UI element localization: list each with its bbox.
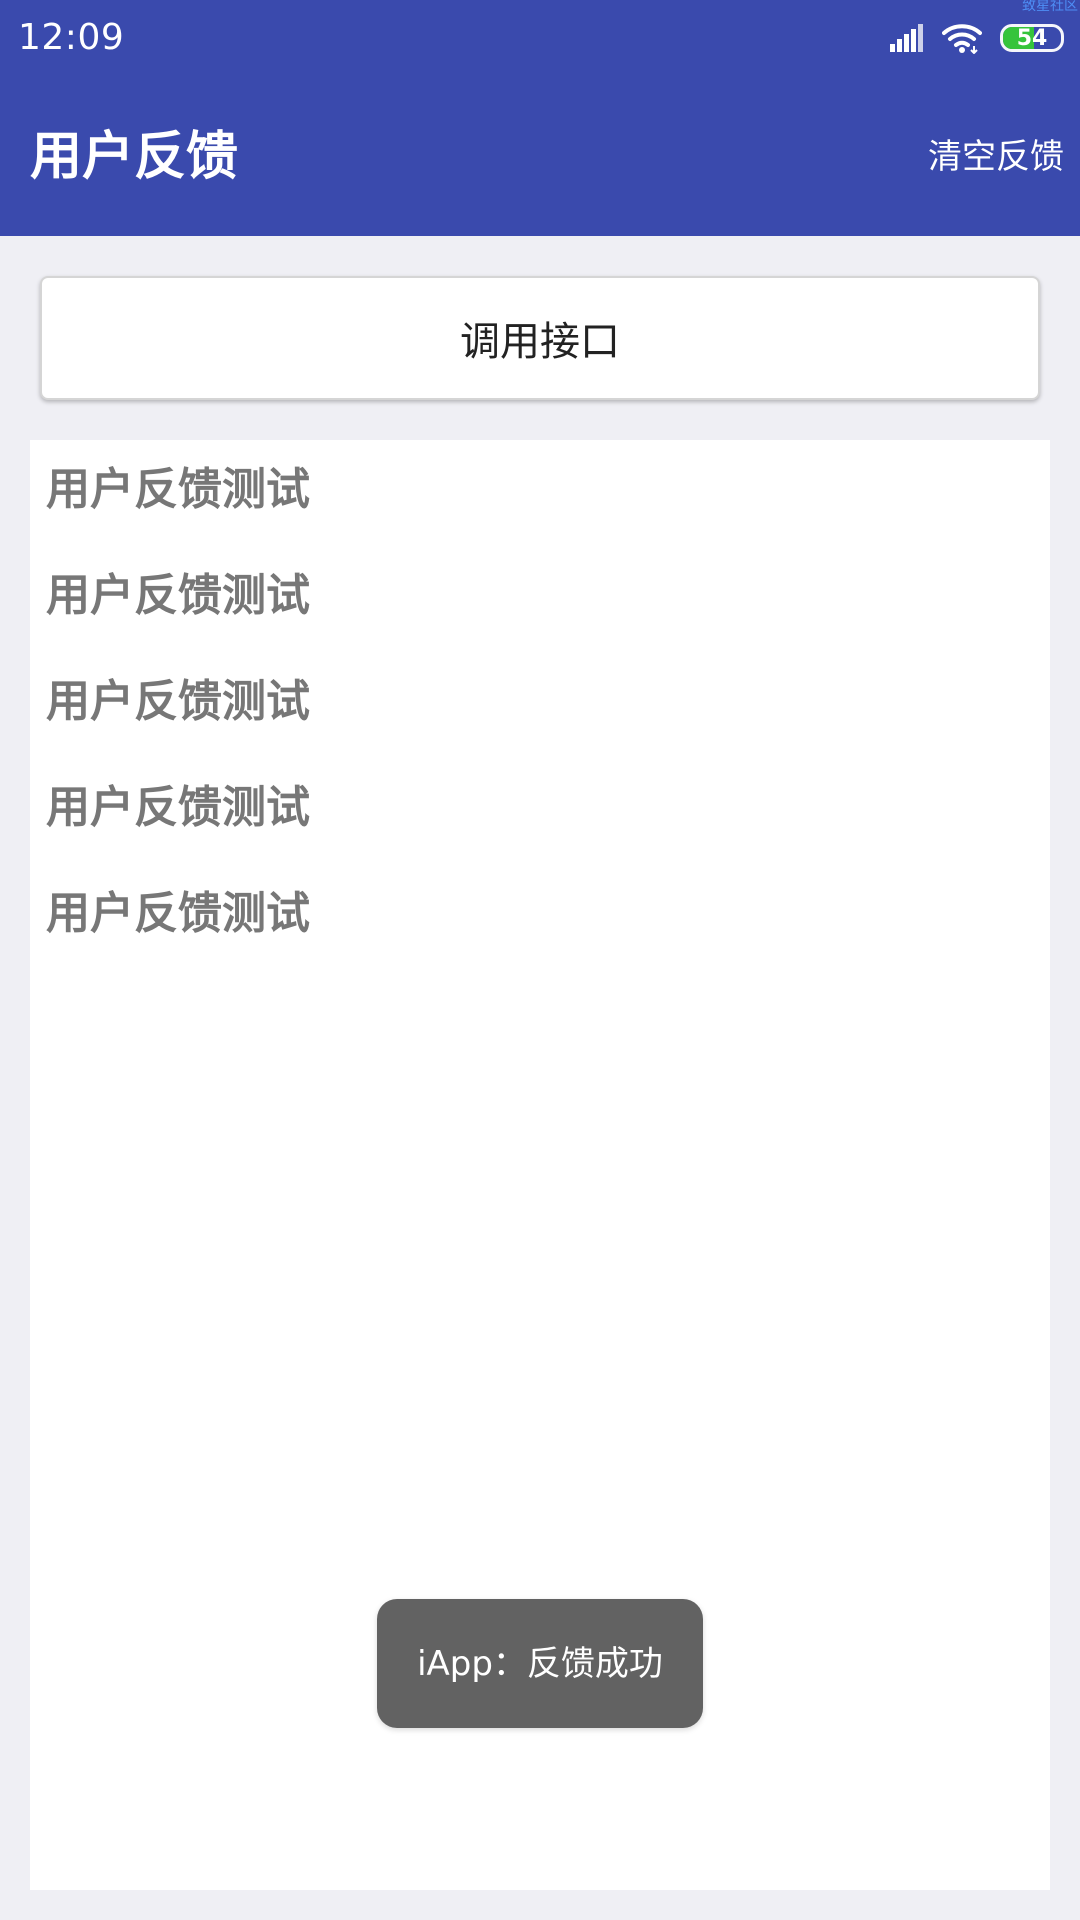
feedback-item: 用户反馈测试 [46, 676, 310, 727]
feedback-item: 用户反馈测试 [46, 464, 310, 515]
page-title: 用户反馈 [30, 127, 239, 187]
status-time: 12:09 [18, 17, 125, 58]
wifi-icon [942, 22, 982, 54]
signal-icon [890, 24, 924, 52]
watermark-text: 致星社区 [1022, 0, 1078, 14]
feedback-item: 用户反馈测试 [46, 570, 310, 621]
app-header: 12:09 54 致星社区 用户反馈 清空反馈 [0, 0, 1080, 236]
battery-icon: 54 [1000, 24, 1064, 52]
status-icons: 54 [890, 18, 1064, 58]
clear-feedback-button[interactable]: 清空反馈 [928, 135, 1064, 179]
feedback-item: 用户反馈测试 [46, 782, 310, 833]
battery-level-label: 54 [1016, 26, 1048, 51]
toast-message: iApp：反馈成功 [377, 1599, 703, 1728]
call-api-button[interactable]: 调用接口 [40, 276, 1040, 400]
feedback-item: 用户反馈测试 [46, 888, 310, 939]
